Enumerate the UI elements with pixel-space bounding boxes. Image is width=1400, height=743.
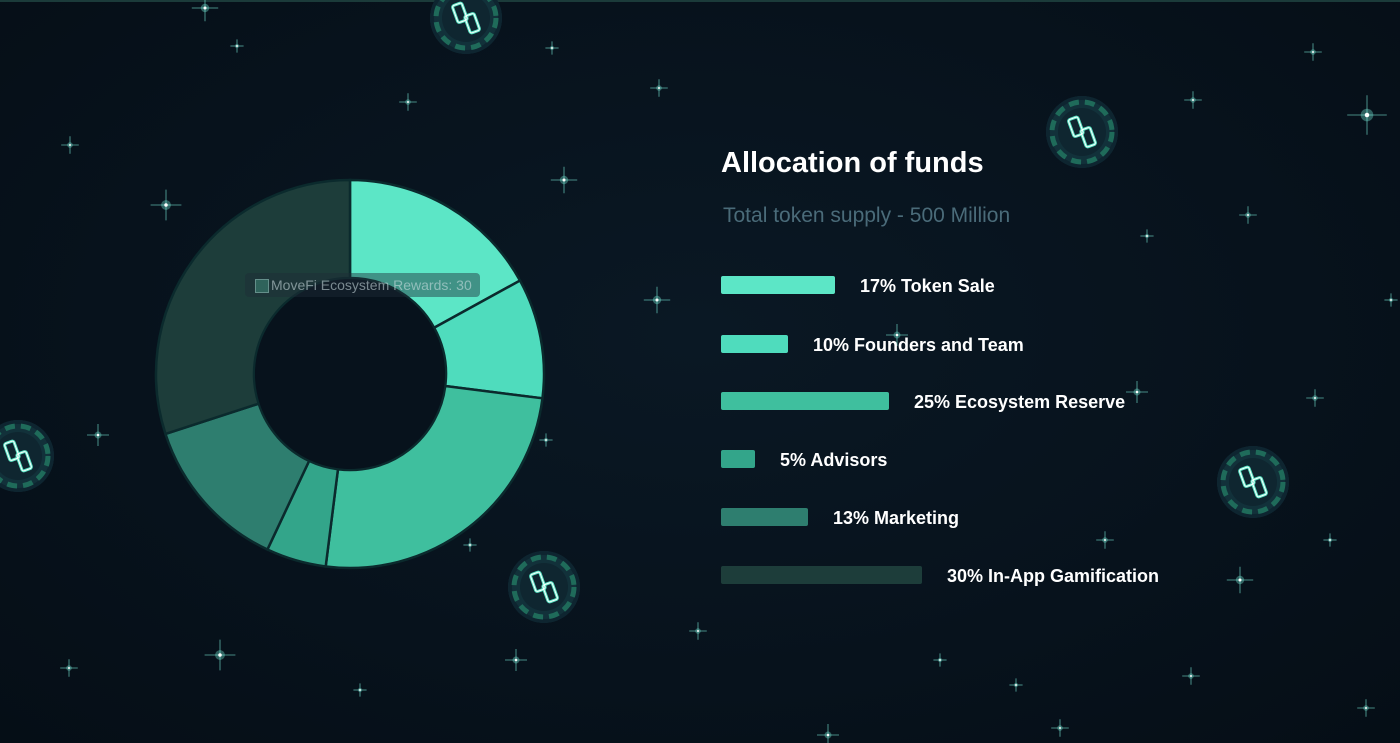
legend-bar-token-sale	[721, 276, 835, 294]
tooltip-swatch	[255, 279, 269, 293]
star-sparkle	[817, 724, 839, 743]
movefi-coin-icon	[1046, 96, 1118, 168]
movefi-coin-icon	[1217, 446, 1289, 518]
coin-emblem-icon	[1220, 449, 1286, 515]
legend-label-founders-and-team: 10% Founders and Team	[813, 335, 1024, 355]
star-sparkle	[1347, 95, 1387, 135]
star-sparkle	[545, 41, 559, 55]
star-sparkle	[1140, 229, 1154, 243]
star-sparkle	[1306, 389, 1324, 407]
star-sparkle	[1009, 678, 1023, 692]
star-sparkle	[550, 166, 578, 194]
star-sparkle	[1226, 566, 1254, 594]
legend-bar-in-app-gamification	[721, 566, 922, 584]
coin-emblem-icon	[433, 0, 499, 51]
star-sparkle	[399, 93, 417, 111]
allocation-section: MoveFi Ecosystem Rewards: 30 Allocation …	[0, 0, 1400, 743]
coin-emblem-icon	[0, 423, 51, 489]
star-sparkle	[191, 0, 219, 22]
star-sparkle	[1304, 43, 1322, 61]
legend-bar-ecosystem-reserve	[721, 392, 889, 410]
star-sparkle	[643, 286, 671, 314]
page-title: Allocation of funds	[721, 147, 984, 179]
donut-hole	[255, 279, 445, 469]
page-subtitle: Total token supply - 500 Million	[723, 204, 1011, 227]
star-sparkle	[1384, 293, 1398, 307]
movefi-coin-icon	[0, 420, 54, 492]
coin-emblem-icon	[1049, 99, 1115, 165]
star-sparkle	[689, 622, 707, 640]
legend-label-advisors: 5% Advisors	[780, 450, 888, 470]
star-sparkle	[1096, 531, 1114, 549]
star-sparkle	[1051, 719, 1069, 737]
legend-bar-founders-and-team	[721, 335, 788, 353]
legend-bar-advisors	[721, 450, 755, 468]
star-sparkle	[87, 424, 109, 446]
star-sparkle	[1182, 667, 1200, 685]
legend-label-ecosystem-reserve: 25% Ecosystem Reserve	[914, 392, 1126, 412]
star-sparkle	[1239, 206, 1257, 224]
star-sparkle	[204, 639, 236, 671]
star-sparkle	[650, 79, 668, 97]
star-sparkle	[1184, 91, 1202, 109]
star-sparkle	[505, 649, 527, 671]
star-sparkle	[61, 136, 79, 154]
legend-label-in-app-gamification: 30% In-App Gamification	[947, 566, 1160, 586]
star-sparkle	[1357, 699, 1375, 717]
star-sparkle	[230, 39, 244, 53]
star-sparkle	[1323, 533, 1337, 547]
legend-label-token-sale: 17% Token Sale	[860, 276, 995, 296]
star-sparkle	[1126, 381, 1148, 403]
star-sparkle	[60, 659, 78, 677]
star-sparkle	[353, 683, 367, 697]
star-sparkle	[933, 653, 947, 667]
legend-bar-marketing	[721, 508, 808, 526]
allocation-donut-chart	[150, 176, 550, 572]
chart-tooltip: MoveFi Ecosystem Rewards: 30	[245, 273, 480, 297]
movefi-coin-icon	[430, 0, 502, 54]
legend-label-marketing: 13% Marketing	[833, 508, 960, 528]
tooltip-text: MoveFi Ecosystem Rewards: 30	[271, 277, 472, 293]
donut-chart-svg	[154, 178, 546, 570]
